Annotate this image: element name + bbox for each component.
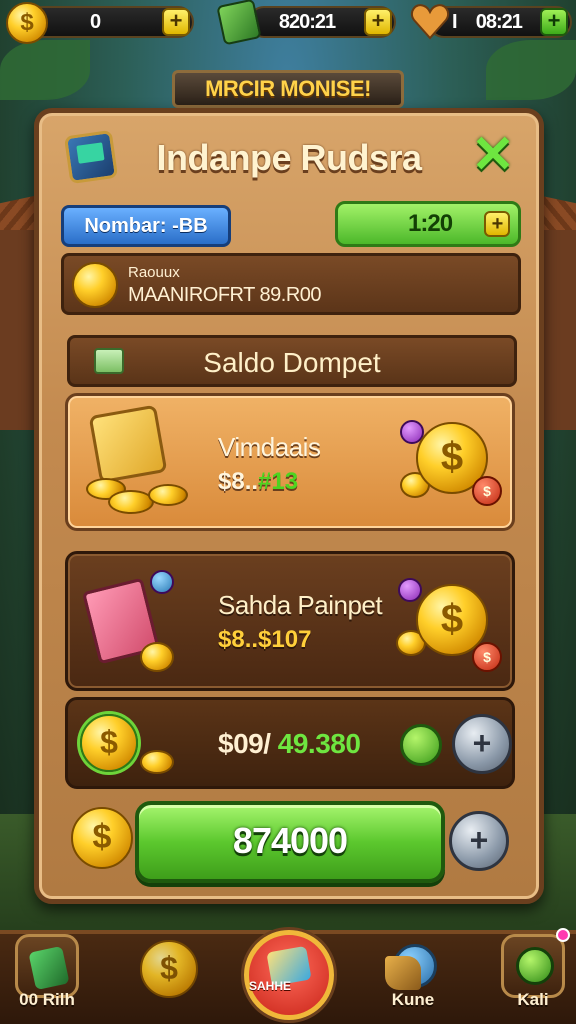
dollar-coin-icon: $ — [80, 714, 138, 772]
coin-stack-icon — [140, 642, 174, 672]
card-amount: $8..#13 — [218, 468, 298, 496]
balance-amount-accent: 49.380 — [277, 728, 361, 759]
wallet-card-1[interactable]: Vimdaais $8..#13 $ $ — [65, 393, 515, 531]
info-label: Raouux — [128, 264, 180, 281]
stone-plus-button[interactable]: + — [452, 714, 512, 774]
add-gems-button[interactable]: + — [364, 8, 392, 36]
section-header: Saldo Dompet — [67, 335, 517, 387]
info-value: MAANIROFRT 89.R00 — [128, 284, 322, 306]
red-coin-icon: $ — [472, 476, 502, 506]
top-hud: 0 + $ 820:21 + I 08:21 + — [0, 0, 576, 48]
gold-bar-icon — [88, 404, 168, 484]
background-leaf — [486, 40, 576, 100]
card-name: Sahda Painpet — [218, 590, 383, 620]
nav-label: SAHHE — [249, 979, 292, 993]
section-title: Saldo Dompet — [203, 347, 381, 378]
nav-item-home[interactable]: SAHHE — [244, 930, 334, 1020]
card-name: Vimdaais — [218, 432, 321, 462]
add-coins-button[interactable]: + — [162, 8, 190, 36]
red-coin-icon: $ — [472, 642, 502, 672]
notification-dot — [556, 928, 570, 942]
coin-stack-icon — [148, 484, 188, 506]
green-gem-icon — [216, 0, 262, 46]
currency-timer: 820:21 + — [248, 6, 396, 38]
currency-timer-value: 820:21 — [278, 10, 336, 33]
card-amount-main: $8.. — [218, 468, 259, 495]
nav-label: 00 Rilh — [19, 990, 75, 1009]
action-button[interactable]: 874000 — [135, 801, 445, 883]
balance-amount-main: $09/ — [218, 728, 271, 759]
card-amount: $8..$107 — [218, 626, 311, 654]
coin-counter: 0 + — [26, 6, 194, 38]
purple-gem-icon — [398, 578, 422, 602]
stone-plus-button[interactable]: + — [449, 811, 509, 871]
dollar-coin-icon: $ — [140, 940, 198, 998]
gold-ball-icon — [72, 262, 118, 308]
main-panel: Indanpe Rudsra ✕ Nombar: -BB 1:20 + Raou… — [34, 108, 544, 904]
leaf-button[interactable] — [400, 724, 442, 766]
heart-icon — [410, 4, 450, 40]
green-value-bar[interactable]: 1:20 + — [335, 201, 521, 247]
card-amount-main: $8..$107 — [218, 626, 312, 653]
coin-stack-icon — [140, 750, 174, 774]
nav-item-shop[interactable]: Kali — [490, 928, 576, 1018]
coin-count: 0 — [89, 10, 101, 33]
bottom-nav: 00 Rilh $ SAHHE Kune Kali — [0, 928, 576, 1024]
plus-icon[interactable]: + — [484, 211, 510, 237]
balance-amount: $09/ 49.380 — [218, 728, 361, 760]
nav-label: Kune — [391, 990, 435, 1009]
blue-gem-icon — [150, 570, 174, 594]
nav-item-profile[interactable]: Kune — [370, 934, 456, 1018]
background-leaf — [0, 40, 90, 100]
dollar-coin-icon: $ — [6, 2, 48, 44]
nav-item-coins[interactable]: $ — [126, 934, 212, 1018]
globe-icon — [381, 934, 445, 998]
card-amount-accent: #13 — [258, 468, 299, 495]
info-row: Raouux MAANIROFRT 89.R00 — [61, 253, 521, 315]
green-orb-icon — [501, 934, 565, 998]
panel-title: Indanpe Rudsra — [156, 137, 422, 178]
close-icon: ✕ — [471, 126, 515, 184]
number-badge: Nombar: -BB — [61, 205, 231, 247]
wallet-card-2[interactable]: Sahda Painpet $8..$107 $ $ — [65, 551, 515, 691]
nav-label: Kali — [517, 990, 549, 1009]
dollar-coin-icon: $ — [71, 807, 133, 869]
close-button[interactable]: ✕ — [467, 129, 519, 183]
lives-timer-value: 08:21 — [475, 10, 523, 33]
title-banner: MRCIR MONISE! — [172, 70, 404, 108]
balance-row: $ $09/ 49.380 + — [65, 697, 515, 789]
add-lives-button[interactable]: + — [540, 8, 568, 36]
green-value: 1:20 — [408, 210, 453, 237]
inventory-icon — [15, 934, 79, 998]
nav-item-inventory[interactable]: 00 Rilh — [4, 934, 90, 1018]
